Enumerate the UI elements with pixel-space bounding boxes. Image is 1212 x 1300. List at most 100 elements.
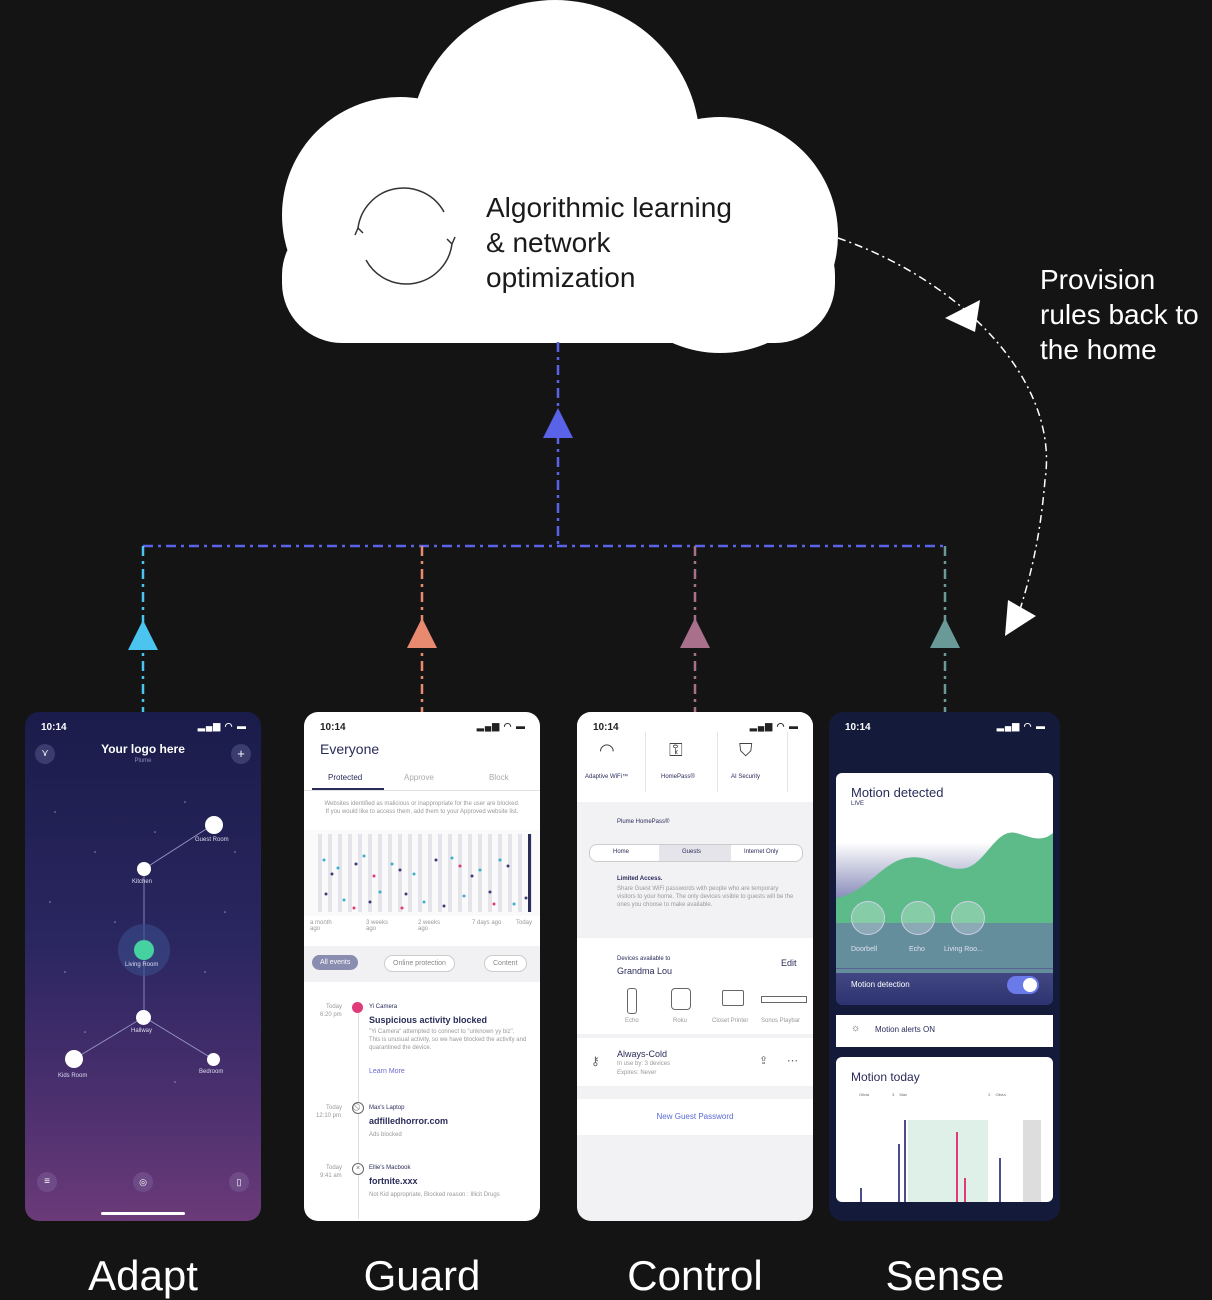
event-3-body: Not Kid appropriate, Blocked reason : Il…	[369, 1192, 500, 1198]
device-echo: Echo	[625, 1018, 639, 1024]
more-icon[interactable]: ⋯	[787, 1054, 798, 1067]
control-phone: 10:14 ▂▄▆ ◠ ▬ ◠ Adaptive WiFi™ ⚿ HomePas…	[577, 712, 813, 1221]
tab-divider-3	[787, 732, 788, 792]
lamp-icon[interactable]	[951, 901, 985, 935]
tabs-divider	[304, 790, 540, 791]
people-icon[interactable]: ◎	[133, 1172, 153, 1192]
event-3-device: Ellie's Macbook	[369, 1165, 411, 1171]
activity-timeline	[304, 830, 540, 916]
today-label-5: Olivia	[995, 1092, 1006, 1097]
section-title: Plume HomePass®	[617, 819, 670, 825]
today-title: Motion today	[851, 1070, 920, 1084]
node-guest-room[interactable]	[205, 816, 223, 834]
label-guest-room: Guest Room	[195, 837, 229, 843]
caption-control: Control	[627, 1252, 763, 1299]
node-bedroom[interactable]	[207, 1053, 220, 1066]
filter-online-protection[interactable]: Online protection	[384, 955, 455, 972]
node-kids-room[interactable]	[65, 1050, 83, 1068]
label-kitchen: Kitchen	[132, 879, 153, 885]
event-2-title: adfilledhorror.com	[369, 1116, 449, 1126]
password-key-icon: ⚷	[591, 1054, 600, 1068]
provision-curve	[837, 237, 1048, 626]
password-card	[577, 1038, 813, 1086]
tab-adaptive-wifi[interactable]: Adaptive WiFi™	[585, 774, 628, 780]
home-indicator	[101, 1212, 185, 1215]
devices-icon[interactable]: ▯	[229, 1172, 249, 1192]
adapt-arrow	[128, 620, 158, 650]
live-label: LIVE	[851, 801, 865, 807]
filter-all-events[interactable]: All events	[312, 955, 359, 970]
segment-internet-only[interactable]: Internet Only	[744, 849, 778, 855]
provision-line-1: Provision	[1040, 264, 1156, 295]
card-divider	[836, 968, 1053, 969]
timeline-label-5: Today	[516, 920, 533, 926]
new-guest-password-button[interactable]: New Guest Password	[577, 1112, 813, 1121]
alerts-bar	[836, 1015, 1053, 1047]
node-hallway[interactable]	[136, 1010, 151, 1025]
filter-content[interactable]: Content	[484, 955, 527, 972]
label-living-room: Living Room	[125, 962, 159, 968]
segment-guests[interactable]: Guests	[682, 849, 701, 855]
device-sonos-playbar: Sonos Playbar	[761, 1018, 801, 1024]
doorbell-icon[interactable]	[851, 901, 885, 935]
status-time: 10:14	[320, 722, 346, 733]
access-title: Limited Access.	[617, 876, 663, 882]
echo-icon	[627, 988, 637, 1014]
control-arrow	[680, 618, 710, 648]
event-2-device: Max's Laptop	[369, 1105, 405, 1111]
shield-icon[interactable]: ⛉	[739, 740, 753, 761]
event-1-title: Suspicious activity blocked	[369, 1015, 488, 1025]
motion-detection-label: Motion detection	[851, 980, 910, 989]
label-hallway: Hallway	[131, 1028, 153, 1034]
printer-icon	[722, 990, 744, 1006]
event-1-body: "Yi Camera" attempted to connect to "unk…	[369, 1029, 527, 1051]
echo-speaker-icon[interactable]	[901, 901, 935, 935]
provision-arrow-1	[945, 300, 980, 332]
password-use: In use by: 3 devices	[617, 1061, 671, 1067]
device-closet-printer: Closet Printer	[712, 1018, 749, 1024]
share-icon[interactable]: ⇪	[759, 1054, 768, 1067]
tab-divider-2	[717, 732, 718, 792]
wifi-icon[interactable]: ◠	[599, 740, 615, 761]
event-3-title: fortnite.xxx	[369, 1176, 418, 1186]
cloud-line-1: Algorithmic learning	[486, 192, 732, 223]
tab-divider-1	[645, 732, 646, 792]
toggle-knob	[1023, 978, 1037, 992]
guard-phone: 10:14 ▂▄▆ ◠ ▬ Everyone Protected Approve…	[304, 712, 540, 1221]
device-roku: Roku	[673, 1018, 688, 1024]
node-kitchen[interactable]	[137, 862, 151, 876]
event-3-when: Today	[326, 1165, 343, 1171]
bell-icon: ☼	[851, 1023, 861, 1034]
menu-icon[interactable]: ≡	[37, 1172, 57, 1192]
status-signal-icon: ▂▄▆ ◠ ▬	[476, 721, 526, 731]
today-label-3: Max	[899, 1092, 908, 1097]
edit-button[interactable]: Edit	[781, 958, 797, 968]
learn-more-link[interactable]: Learn More	[369, 1068, 405, 1075]
event-2-time: 12:10 pm	[316, 1113, 342, 1119]
cancel-icon: ×	[352, 1163, 364, 1175]
roku-icon	[671, 988, 691, 1010]
cloud-label: Algorithmic learning & network optimizat…	[486, 190, 732, 295]
sense-arrow	[930, 618, 960, 648]
key-icon[interactable]: ⚿	[669, 740, 683, 761]
screen-title: Everyone	[320, 741, 380, 757]
segment-home[interactable]: Home	[613, 849, 629, 855]
tab-approve[interactable]: Approve	[404, 773, 434, 782]
status-signal-icon: ▂▄▆ ◠ ▬	[749, 721, 799, 731]
status-time: 10:14	[593, 722, 619, 733]
tab-protected[interactable]: Protected	[328, 773, 362, 782]
event-1-time: 6:20 pm	[320, 1012, 342, 1018]
adapt-phone: 10:14 ▂▄▆ ◠ ▬ ⋎ Your logo here Plume + G…	[25, 712, 261, 1221]
tab-ai-security[interactable]: AI Security	[731, 774, 760, 780]
password-name: Always-Cold	[617, 1049, 668, 1059]
provision-line-3: the home	[1040, 334, 1157, 365]
timeline-label-2: 3 weeks ago	[366, 920, 389, 932]
event-2-when: Today	[326, 1105, 343, 1111]
tab-homepass[interactable]: HomePass®	[661, 774, 695, 780]
tab-block[interactable]: Block	[489, 773, 509, 782]
device-echo: Echo	[909, 946, 925, 953]
soundbar-icon	[761, 996, 807, 1003]
sense-phone: 10:14 ▂▄▆ ◠ ▬ Motion detected LIVE Doorb…	[829, 712, 1060, 1221]
timeline-label-4: 7 days ago	[472, 920, 502, 926]
block-icon: ⃠	[352, 1102, 364, 1114]
